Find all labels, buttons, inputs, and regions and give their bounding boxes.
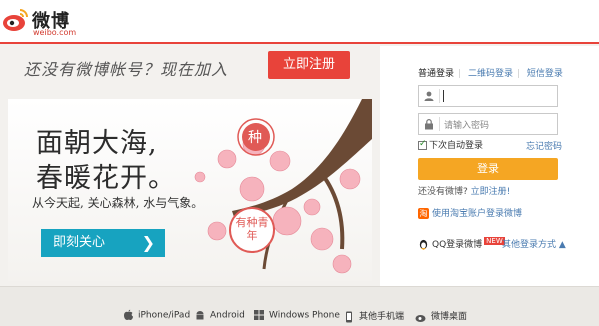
footer-windows-phone-link[interactable]: Windows Phone	[253, 309, 340, 321]
taobao-login-link[interactable]: 淘使用淘宝账户登录微博	[418, 206, 522, 219]
seal-zhong-text: 种	[248, 130, 262, 146]
seal-youth-text: 有种青年	[235, 216, 269, 242]
lock-icon	[425, 119, 433, 130]
footer-iphone-link[interactable]: iPhone/iPad	[122, 309, 190, 321]
remember-checkbox[interactable]	[418, 139, 427, 150]
weibo-eye-icon	[3, 9, 28, 31]
tab-normal-login[interactable]: 普通登录	[418, 69, 454, 79]
qq-penguin-icon	[419, 239, 428, 250]
footer-iphone-label: iPhone/iPad	[138, 310, 191, 321]
remember-me[interactable]: 下次自动登录	[418, 138, 483, 151]
weibo-desktop-icon	[415, 314, 426, 322]
qq-login-link[interactable]: QQ登录微博 NEW	[418, 237, 505, 250]
login-tabs: 普通登录 | 二维码登录 | 短信登录	[418, 69, 563, 79]
register-button[interactable]: 立即注册	[268, 51, 350, 79]
weibo-logo[interactable]: 微博 weibo.com	[2, 4, 92, 38]
user-icon	[424, 91, 434, 101]
banner-headline-2: 春暖花开。	[36, 163, 176, 194]
no-account-row: 还没有微博? 立即注册!	[418, 184, 510, 197]
tab-qrcode-login[interactable]: 二维码登录	[468, 69, 513, 79]
chevron-right-icon: ❯	[141, 233, 155, 252]
qq-label: QQ登录微博	[432, 240, 483, 250]
footer-weibo-desktop-label: 微博桌面	[431, 312, 468, 322]
footer-other-mobile-label: 其他手机端	[359, 312, 405, 322]
footer-android-label: Android	[210, 310, 245, 321]
logo-domain: weibo.com	[33, 28, 77, 37]
password-input[interactable]: 请输入密码	[418, 113, 558, 135]
register-link[interactable]: 立即注册!	[471, 187, 511, 197]
footer-other-mobile-link[interactable]: 其他手机端	[343, 309, 404, 323]
forgot-password-link[interactable]: 忘记密码	[526, 139, 562, 152]
windows-icon	[254, 310, 264, 320]
password-placeholder: 请输入密码	[444, 121, 490, 131]
text-caret	[443, 90, 444, 102]
taobao-icon: 淘	[418, 208, 429, 219]
signup-prompt: 还没有微博帐号？现在加入	[24, 60, 229, 79]
promo-banner: 面朝大海, 春暖花开。 从今天起, 关心森林, 水与气象。 即刻关心 ❯ 种 有…	[8, 99, 372, 281]
taobao-label: 使用淘宝账户登录微博	[432, 209, 523, 219]
top-bar: 微博 weibo.com	[0, 0, 599, 44]
field-divider	[439, 89, 440, 103]
login-button[interactable]: 登录	[418, 158, 558, 180]
remember-label: 下次自动登录	[429, 141, 484, 151]
footer-windows-phone-label: Windows Phone	[269, 310, 340, 321]
no-account-text: 还没有微博?	[418, 187, 468, 197]
field-divider	[439, 117, 440, 131]
tab-sms-login[interactable]: 短信登录	[527, 69, 563, 79]
footer-android-link[interactable]: Android	[194, 309, 245, 321]
banner-headline-1: 面朝大海,	[36, 128, 158, 159]
follow-now-button[interactable]: 即刻关心 ❯	[41, 229, 165, 257]
android-icon	[196, 311, 204, 320]
phone-icon	[346, 311, 352, 322]
follow-now-label: 即刻关心	[53, 235, 106, 250]
username-input[interactable]	[418, 85, 558, 107]
footer-bar: iPhone/iPad Android Windows Phone 其他手机端 …	[0, 286, 599, 326]
other-login-methods-link[interactable]: 其他登录方式 ▲	[502, 237, 566, 250]
apple-icon	[124, 309, 133, 320]
footer-weibo-desktop-link[interactable]: 微博桌面	[415, 309, 467, 323]
